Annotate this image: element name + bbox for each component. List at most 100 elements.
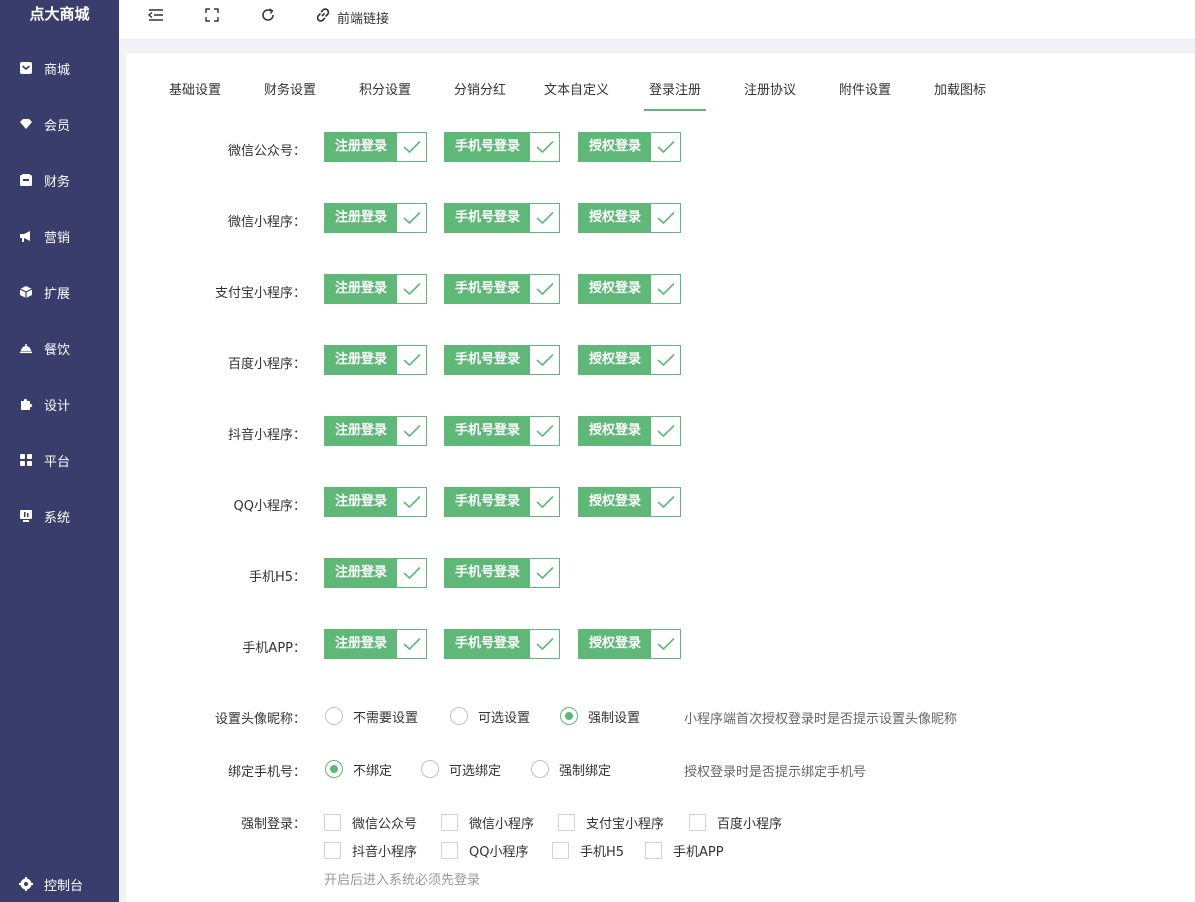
sidebar-item-console[interactable]: 控制台 (0, 866, 119, 902)
register-login-checkbox[interactable]: 注册登录 (324, 629, 428, 659)
phone-login-checkbox[interactable]: 手机号登录 (444, 558, 561, 588)
fullscreen-button[interactable] (204, 7, 220, 27)
sidebar-item-label: 系统 (44, 510, 71, 526)
radio-circle (325, 707, 343, 725)
auth-login-checkbox[interactable]: 授权登录 (578, 203, 682, 233)
avatar-setting-label: 设置头像昵称： (214, 712, 306, 727)
checkbox-label: 授权登录 (579, 488, 652, 516)
radio-label: 不绑定 (353, 763, 393, 779)
radio-circle (325, 760, 343, 778)
sidebar-item-marketing[interactable]: 营销 (0, 218, 119, 254)
register-login-checkbox[interactable]: 注册登录 (324, 487, 428, 517)
sidebar-item-label: 控制台 (44, 878, 84, 894)
phone-login-checkbox[interactable]: 手机号登录 (444, 345, 561, 375)
force-login-h5[interactable]: 手机H5 (552, 840, 624, 860)
bind-phone-option-none[interactable]: 不绑定 (325, 758, 392, 780)
auth-login-checkbox[interactable]: 授权登录 (578, 416, 682, 446)
register-login-checkbox[interactable]: 注册登录 (324, 345, 428, 375)
cube-icon (19, 285, 33, 299)
checkbox-label: 抖音小程序 (352, 844, 418, 860)
checkbox-square (324, 841, 341, 859)
tab-register-agreement[interactable]: 注册协议 (744, 75, 796, 115)
tab-distribution[interactable]: 分销分红 (454, 75, 506, 115)
sidebar-item-member[interactable]: 会员 (0, 106, 119, 142)
platform-label: 手机H5： (248, 570, 306, 585)
tab-points[interactable]: 积分设置 (359, 75, 411, 115)
checkbox-label: 手机号登录 (445, 275, 531, 303)
check-icon (397, 630, 426, 658)
mail-icon (19, 61, 33, 75)
check-icon (530, 417, 559, 445)
register-login-checkbox[interactable]: 注册登录 (324, 132, 428, 162)
force-login-wechat-mp[interactable]: 微信公众号 (324, 812, 417, 832)
avatar-option-optional[interactable]: 可选设置 (450, 705, 530, 727)
checkbox-label: QQ小程序 (469, 844, 529, 860)
tab-text-custom[interactable]: 文本自定义 (544, 75, 609, 115)
sidebar-item-design[interactable]: 设计 (0, 386, 119, 422)
sidebar-item-finance[interactable]: 财务 (0, 162, 119, 198)
checkbox-label: 手机号登录 (445, 133, 531, 161)
checkbox-label: 手机号登录 (445, 204, 531, 232)
register-login-checkbox[interactable]: 注册登录 (324, 274, 428, 304)
force-login-alipay-mini[interactable]: 支付宝小程序 (558, 812, 664, 832)
checkbox-label: 注册登录 (325, 204, 398, 232)
sidebar-item-mall[interactable]: 商城 (0, 50, 119, 86)
radio-circle (560, 707, 578, 725)
phone-login-checkbox[interactable]: 手机号登录 (444, 274, 561, 304)
check-icon (397, 559, 426, 587)
checkbox-label: 手机号登录 (445, 488, 531, 516)
refresh-button[interactable] (260, 7, 276, 27)
checkbox-label: 授权登录 (579, 346, 652, 374)
check-icon (530, 559, 559, 587)
sidebar-item-system[interactable]: 系统 (0, 498, 119, 534)
force-login-baidu-mini[interactable]: 百度小程序 (689, 812, 782, 832)
auth-login-checkbox[interactable]: 授权登录 (578, 132, 682, 162)
force-login-label: 强制登录： (240, 817, 306, 832)
check-icon (651, 204, 680, 232)
phone-login-checkbox[interactable]: 手机号登录 (444, 416, 561, 446)
tab-finance[interactable]: 财务设置 (264, 75, 316, 115)
check-icon (397, 488, 426, 516)
sidebar-item-extension[interactable]: 扩展 (0, 274, 119, 310)
force-login-douyin-mini[interactable]: 抖音小程序 (324, 840, 417, 860)
force-login-qq-mini[interactable]: QQ小程序 (441, 840, 528, 860)
collapse-menu-button[interactable] (147, 7, 165, 27)
check-icon (651, 630, 680, 658)
phone-login-checkbox[interactable]: 手机号登录 (444, 487, 561, 517)
sidebar-item-label: 餐饮 (44, 342, 71, 358)
checkbox-label: 授权登录 (579, 275, 652, 303)
menu-collapse-icon (147, 7, 165, 27)
checkbox-label: 注册登录 (325, 488, 398, 516)
platform-label: 微信小程序： (227, 215, 306, 230)
auth-login-checkbox[interactable]: 授权登录 (578, 629, 682, 659)
bind-phone-option-optional[interactable]: 可选绑定 (421, 758, 501, 780)
register-login-checkbox[interactable]: 注册登录 (324, 558, 428, 588)
checkbox-label: 授权登录 (579, 204, 652, 232)
tab-attachment[interactable]: 附件设置 (839, 75, 891, 115)
force-login-wechat-mini[interactable]: 微信小程序 (441, 812, 534, 832)
check-icon (651, 346, 680, 374)
checkbox-label: 手机号登录 (445, 417, 531, 445)
auth-login-checkbox[interactable]: 授权登录 (578, 274, 682, 304)
phone-login-checkbox[interactable]: 手机号登录 (444, 629, 561, 659)
top-bar: 前端链接 (119, 0, 1195, 40)
register-login-checkbox[interactable]: 注册登录 (324, 203, 428, 233)
sidebar-item-label: 财务 (44, 174, 71, 190)
auth-login-checkbox[interactable]: 授权登录 (578, 487, 682, 517)
force-login-app[interactable]: 手机APP (645, 840, 724, 860)
auth-login-checkbox[interactable]: 授权登录 (578, 345, 682, 375)
tab-loading-icon[interactable]: 加载图标 (934, 75, 986, 115)
check-icon (530, 204, 559, 232)
check-icon (651, 275, 680, 303)
frontend-link-button[interactable]: 前端链接 (315, 7, 389, 27)
phone-login-checkbox[interactable]: 手机号登录 (444, 132, 561, 162)
tab-basic[interactable]: 基础设置 (169, 75, 221, 115)
bind-phone-option-forced[interactable]: 强制绑定 (531, 758, 611, 780)
tab-login-register[interactable]: 登录注册 (643, 75, 707, 115)
avatar-option-forced[interactable]: 强制设置 (560, 705, 640, 727)
phone-login-checkbox[interactable]: 手机号登录 (444, 203, 561, 233)
register-login-checkbox[interactable]: 注册登录 (324, 416, 428, 446)
sidebar-item-catering[interactable]: 餐饮 (0, 330, 119, 366)
avatar-option-none[interactable]: 不需要设置 (325, 705, 418, 727)
sidebar-item-platform[interactable]: 平台 (0, 442, 119, 478)
